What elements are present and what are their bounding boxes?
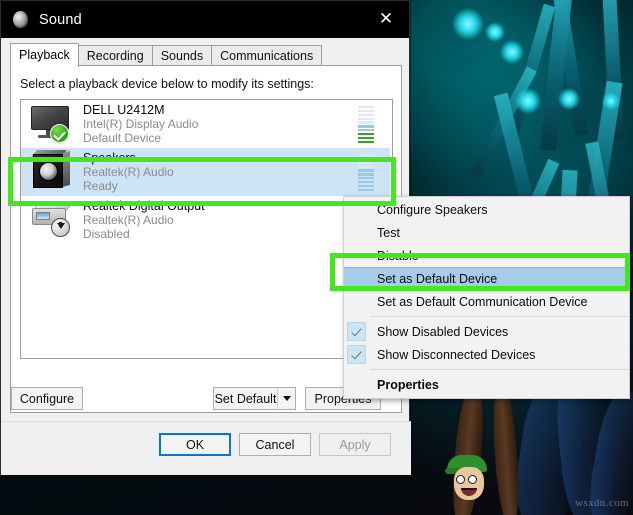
- apply-button: Apply: [319, 433, 391, 456]
- menu-item-label: Show Disconnected Devices: [377, 347, 536, 362]
- mascot-eye-right: [468, 475, 477, 484]
- menu-item-set-as-default-communication-device[interactable]: Set as Default Communication Device: [344, 290, 629, 313]
- device-name: Speakers: [83, 151, 136, 165]
- volume-meter: [358, 106, 374, 143]
- device-context-menu: Configure Speakers Test Disable Set as D…: [343, 196, 630, 399]
- list-item[interactable]: Realtek Digital Output Realtek(R) Audio …: [21, 196, 392, 244]
- device-status: Disabled: [83, 227, 130, 241]
- wallpaper-glow: [558, 88, 580, 110]
- wallpaper-band: [490, 384, 522, 515]
- window-titlebar: Sound ✕: [1, 1, 409, 38]
- digital-output-icon: [29, 200, 73, 240]
- default-check-badge: [50, 124, 69, 143]
- menu-item-set-as-default-device[interactable]: Set as Default Device: [344, 267, 629, 290]
- wallpaper-glow: [452, 8, 484, 40]
- watermark-text: wsxdn.com: [574, 497, 629, 509]
- device-name: DELL U2412M: [83, 103, 165, 117]
- ok-button[interactable]: OK: [159, 433, 231, 456]
- tab-recording[interactable]: Recording: [77, 45, 153, 67]
- monitor-icon: [29, 104, 73, 144]
- cancel-button[interactable]: Cancel: [239, 433, 311, 456]
- device-driver: Realtek(R) Audio: [83, 165, 174, 179]
- menu-separator: [370, 369, 629, 370]
- volume-meter: [358, 154, 374, 191]
- list-item-text: Speakers Realtek(R) Audio Ready: [83, 151, 174, 193]
- set-default-button[interactable]: Set Default: [213, 387, 277, 410]
- menu-item-configure-speakers[interactable]: Configure Speakers: [344, 198, 629, 221]
- menu-item-disable[interactable]: Disable: [344, 244, 629, 267]
- menu-item-show-disconnected-devices[interactable]: Show Disconnected Devices: [344, 343, 629, 366]
- check-icon: [347, 345, 366, 364]
- device-driver: Intel(R) Display Audio: [83, 117, 199, 131]
- mascot-eye-left: [456, 475, 465, 484]
- window-title: Sound: [39, 11, 82, 28]
- wallpaper-glow: [602, 92, 620, 110]
- menu-separator: [370, 316, 629, 317]
- list-item-text: DELL U2412M Intel(R) Display Audio Defau…: [83, 103, 198, 145]
- configure-button[interactable]: Configure: [11, 387, 83, 410]
- set-default-dropdown-button[interactable]: [277, 387, 296, 410]
- list-item[interactable]: DELL U2412M Intel(R) Display Audio Defau…: [21, 100, 392, 148]
- device-name: Realtek Digital Output: [83, 199, 205, 213]
- panel-hint-text: Select a playback device below to modify…: [20, 77, 314, 91]
- tab-sounds[interactable]: Sounds: [151, 45, 213, 67]
- speaker-icon: [13, 11, 28, 28]
- cartoon-mascot: [445, 455, 491, 503]
- playback-device-list[interactable]: DELL U2412M Intel(R) Display Audio Defau…: [20, 99, 393, 359]
- list-item-text: Realtek Digital Output Realtek(R) Audio …: [83, 199, 205, 241]
- wallpaper-glow: [500, 40, 524, 64]
- close-icon[interactable]: ✕: [363, 1, 409, 38]
- dialog-footer: OK Cancel Apply: [1, 421, 411, 475]
- menu-item-label: Show Disabled Devices: [377, 324, 509, 339]
- chevron-down-icon: [282, 396, 291, 401]
- device-status: Ready: [83, 179, 118, 193]
- tab-communications[interactable]: Communications: [211, 45, 323, 67]
- disabled-down-badge: [51, 218, 70, 237]
- check-icon: [347, 322, 366, 341]
- wallpaper-glow: [485, 22, 505, 42]
- menu-item-show-disabled-devices[interactable]: Show Disabled Devices: [344, 320, 629, 343]
- speaker-box-icon: [29, 150, 73, 192]
- device-status: Default Device: [83, 131, 162, 145]
- menu-item-properties[interactable]: Properties: [344, 373, 629, 396]
- tab-strip: Playback Recording Sounds Communications: [10, 43, 409, 67]
- wallpaper-glow: [515, 88, 541, 114]
- list-item[interactable]: Speakers Realtek(R) Audio Ready: [21, 148, 392, 196]
- device-driver: Realtek(R) Audio: [83, 213, 174, 227]
- menu-item-test[interactable]: Test: [344, 221, 629, 244]
- tab-playback[interactable]: Playback: [10, 43, 79, 67]
